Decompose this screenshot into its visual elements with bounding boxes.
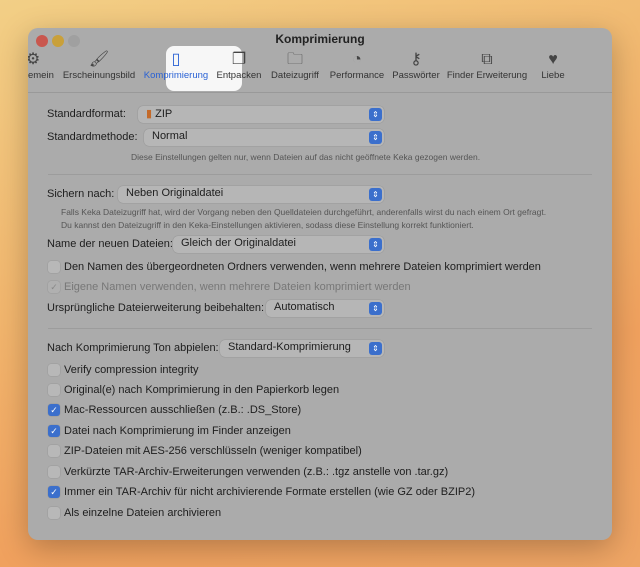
save-label: Sichern nach:: [47, 188, 115, 200]
sound-value: Standard-Komprimierung: [228, 341, 351, 353]
option-label: Verify compression integrity: [64, 364, 199, 376]
toolbar-divider: [28, 92, 612, 93]
option-checkbox[interactable]: [48, 384, 60, 396]
chevron-updown-icon: ⇕: [369, 131, 382, 144]
option-checkbox[interactable]: ✓: [48, 404, 60, 416]
name-select[interactable]: Gleich der Originaldatei ⇕: [173, 236, 384, 253]
gauge-icon: ◔: [352, 51, 362, 68]
puzzle-icon: ⧉: [481, 51, 493, 68]
option-checkbox[interactable]: [48, 445, 60, 457]
tab-label: Erscheinungsbild: [62, 70, 136, 81]
option-checkbox[interactable]: ✓: [48, 486, 60, 498]
extension-value: Automatisch: [274, 301, 335, 313]
format-label: Standardformat:: [47, 108, 126, 120]
option-label: Original(e) nach Komprimierung in den Pa…: [64, 384, 340, 396]
chevron-updown-icon: ⇕: [369, 238, 382, 251]
name-label: Name der neuen Dateien:: [47, 238, 173, 250]
method-value: Normal: [152, 130, 188, 142]
key-icon: ⚷: [410, 51, 422, 68]
option-checkbox[interactable]: [48, 364, 60, 376]
option-label: Mac-Ressourcen ausschließen (z.B.: .DS_S…: [64, 404, 302, 416]
name-value: Gleich der Originaldatei: [181, 237, 296, 249]
chevron-updown-icon: ⇕: [369, 108, 382, 121]
save-select[interactable]: Neben Originaldatei ⇕: [118, 186, 384, 203]
option-label: ZIP-Dateien mit AES-256 verschlüsseln (w…: [64, 445, 362, 457]
tab-label: Liebe: [541, 70, 565, 81]
zip-icon: ▯: [171, 51, 181, 68]
option-label: Als einzelne Dateien archivieren: [64, 507, 222, 519]
brush-icon: 🖌: [88, 51, 110, 68]
option-label: Datei nach Komprimierung im Finder anzei…: [64, 425, 291, 437]
option-checkbox[interactable]: [48, 507, 60, 519]
heart-icon: ♥: [548, 51, 558, 68]
format-value: ZIP: [155, 108, 173, 120]
extension-label: Ursprüngliche Dateierweiterung beibehalt…: [47, 302, 265, 314]
divider: [48, 328, 592, 329]
sound-label: Nach Komprimierung Ton abpielen:: [47, 342, 219, 354]
save-value: Neben Originaldatei: [126, 187, 224, 199]
extension-select[interactable]: Automatisch ⇕: [266, 300, 384, 317]
parent-name-label: Den Namen des übergeordneten Ordners ver…: [64, 261, 541, 273]
option-label: Verkürzte TAR-Archiv-Erweiterungen verwe…: [64, 466, 449, 478]
tab-label: Passwörter: [392, 70, 440, 81]
save-note-2: Du kannst den Dateizugriff in den Keka-E…: [61, 220, 474, 230]
own-name-label: Eigene Namen verwenden, wenn mehrere Dat…: [64, 281, 411, 293]
own-name-checkbox[interactable]: ✓: [48, 281, 60, 293]
chevron-updown-icon: ⇕: [369, 342, 382, 355]
window-title: Komprimierung: [275, 32, 365, 46]
divider: [48, 174, 592, 175]
folder-icon: 🗀: [286, 51, 303, 68]
gear-icon: ⚙: [28, 51, 41, 68]
option-label: Immer ein TAR-Archiv für nicht archivier…: [64, 486, 476, 498]
tab-liebe[interactable]: ♥ Liebe: [503, 50, 603, 86]
chevron-updown-icon: ⇕: [369, 302, 382, 315]
preferences-window: Komprimierung ⚙Allgemein🖌Erscheinungsbil…: [28, 28, 612, 540]
option-checkbox[interactable]: [48, 466, 60, 478]
format-note: Diese Einstellungen gelten nur, wenn Dat…: [131, 152, 481, 162]
method-select[interactable]: Normal ⇕: [144, 129, 384, 146]
parent-name-checkbox[interactable]: [48, 261, 60, 273]
sound-select[interactable]: Standard-Komprimierung ⇕: [220, 340, 384, 357]
save-note-1: Falls Keka Dateizugriff hat, wird der Vo…: [61, 207, 547, 217]
format-select[interactable]: ▮ ZIP ⇕: [138, 106, 384, 123]
method-label: Standardmethode:: [47, 131, 138, 143]
option-checkbox[interactable]: ✓: [48, 425, 60, 437]
chevron-updown-icon: ⇕: [369, 188, 382, 201]
